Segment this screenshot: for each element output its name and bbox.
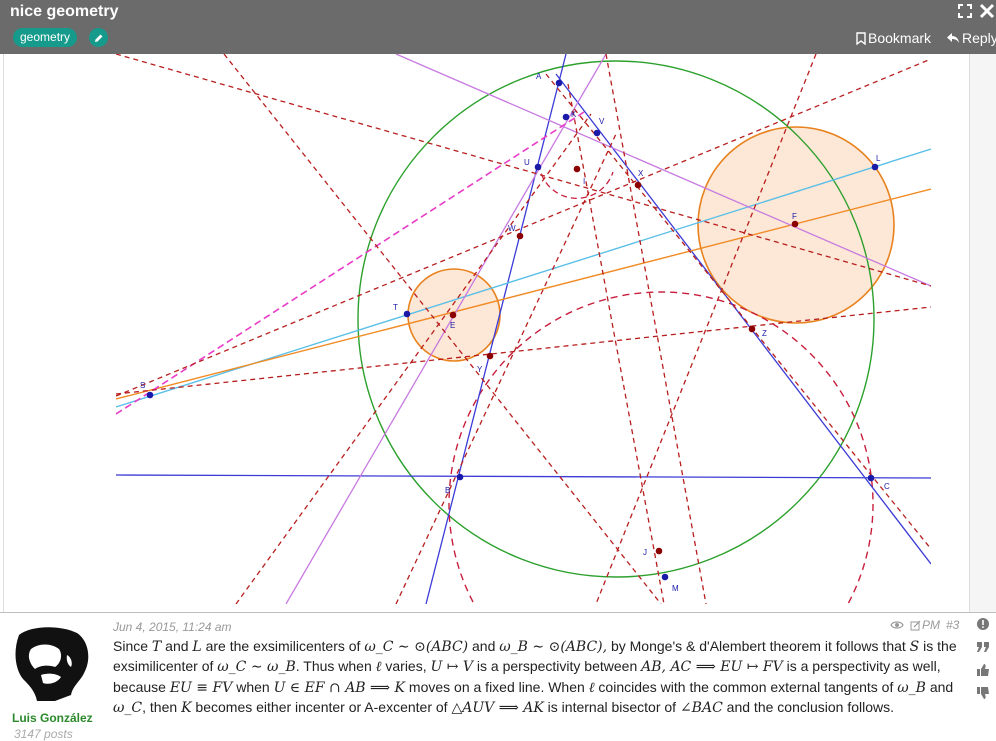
post-text-segment: . Thus when xyxy=(295,658,376,675)
math-expression: EU ≡ FV xyxy=(169,679,233,696)
post-text-segment: coincides with the common external tange… xyxy=(594,678,898,695)
edit-tags-button[interactable] xyxy=(89,28,108,47)
post-number[interactable]: #3 xyxy=(946,618,959,632)
figure-frame: A K V U I X L F W T E Y Z S B C J M xyxy=(3,54,970,612)
math-expression: ω_C ∼ ⊙(ABC) xyxy=(364,639,469,655)
label-f: F xyxy=(792,212,797,221)
label-e: E xyxy=(450,321,455,330)
thumbs-up-icon[interactable] xyxy=(975,663,991,681)
line-red-4 xyxy=(223,54,662,604)
line-red-8 xyxy=(605,54,707,604)
label-t: T xyxy=(393,303,398,312)
reply-icon xyxy=(947,33,959,43)
topic-title: nice geometry xyxy=(10,3,119,20)
line-violet-1 xyxy=(285,54,607,604)
post-date[interactable]: Jun 4, 2015, 11:24 am xyxy=(113,620,232,634)
post-text-segment: becomes either incenter or A-excenter of xyxy=(191,698,452,715)
math-expression: ∠BAC xyxy=(679,699,723,716)
math-expression: ω_B ∼ ⊙(ABC), xyxy=(499,639,608,655)
math-expression: S xyxy=(909,639,920,655)
math-expression: △AUV ⟹ AK xyxy=(451,699,544,716)
post-text-segment: is internal bisector of xyxy=(543,698,680,715)
topic-header: nice geometry geometry Bookmark Reply xyxy=(0,0,996,54)
label-z: Z xyxy=(762,329,767,338)
label-a: A xyxy=(536,72,542,81)
label-l: L xyxy=(876,154,881,163)
close-icon[interactable] xyxy=(978,3,996,21)
math-expression: AB, AC ⟹ EU ↦ FV xyxy=(641,659,783,676)
post-text-segment: and xyxy=(161,638,193,654)
geometry-figure: A K V U I X L F W T E Y Z S B C J M xyxy=(116,54,931,604)
post-body: Since T and L are the exsimilicenters of… xyxy=(113,637,965,718)
math-expression: ω_C ∼ ω_B xyxy=(217,659,296,676)
pm-label: PM xyxy=(922,618,940,632)
math-expression: ω_C xyxy=(113,699,143,716)
math-expression: U ↦ V xyxy=(430,659,474,676)
label-c: C xyxy=(884,482,890,491)
post-text-segment: and xyxy=(468,638,500,654)
math-expression: U ∈ EF ∩ AB ⟹ K xyxy=(273,679,406,696)
bookmark-icon xyxy=(856,31,866,45)
post-text-segment: and xyxy=(925,678,954,695)
fullscreen-icon[interactable] xyxy=(956,3,974,21)
post-content: A K V U I X L F W T E Y Z S B C J M Luis… xyxy=(0,54,996,741)
label-x: X xyxy=(638,169,644,178)
post-text-segment: by Monge's & d'Alembert theorem it follo… xyxy=(607,638,910,654)
pm-button[interactable]: PM xyxy=(910,618,940,632)
post-text-segment: is a perspectivity between xyxy=(473,658,642,675)
author-name[interactable]: Luis González xyxy=(12,711,93,725)
label-k: K xyxy=(571,110,577,119)
post-text-segment: when xyxy=(232,678,274,695)
math-expression: T xyxy=(151,639,162,655)
reply-button[interactable]: Reply xyxy=(946,30,996,46)
label-m: M xyxy=(672,584,679,593)
line-red-6 xyxy=(235,113,592,604)
quote-icon[interactable] xyxy=(975,640,991,658)
author-posts-count: 3147 posts xyxy=(14,727,73,741)
pencil-icon xyxy=(94,34,102,42)
thumbs-down-icon[interactable] xyxy=(975,686,991,704)
label-b: B xyxy=(445,486,450,495)
label-v: V xyxy=(599,117,605,126)
line-bc xyxy=(116,474,931,479)
math-expression: K xyxy=(181,699,192,716)
dashed-circle-large xyxy=(448,291,874,604)
post-actions xyxy=(974,617,992,704)
math-expression: ω_B xyxy=(897,679,926,696)
bookmark-button[interactable]: Bookmark xyxy=(856,30,931,46)
eye-icon[interactable] xyxy=(890,620,904,630)
post-text-segment: moves on a fixed line. When xyxy=(405,678,589,695)
pm-icon xyxy=(910,620,921,630)
side-rail xyxy=(970,54,996,612)
post-text-segment: varies, xyxy=(381,658,431,675)
math-expression: L xyxy=(192,639,202,655)
post-text-segment: , then xyxy=(142,698,182,715)
post-text-segment: Since xyxy=(113,638,152,654)
post-text-segment: are the exsimilicenters of xyxy=(201,638,365,654)
post: Luis González 3147 posts Jun 4, 2015, 11… xyxy=(0,612,996,741)
label-j: J xyxy=(643,548,647,557)
post-text-segment: and the conclusion follows. xyxy=(722,698,895,715)
reply-label: Reply xyxy=(962,30,996,46)
label-i: I xyxy=(583,177,585,186)
tag-geometry[interactable]: geometry xyxy=(13,28,78,47)
label-s: S xyxy=(140,381,145,390)
bookmark-label: Bookmark xyxy=(868,30,932,46)
label-y: Y xyxy=(477,365,483,374)
label-w: W xyxy=(508,224,516,233)
line-red-10 xyxy=(395,133,617,604)
report-icon[interactable] xyxy=(975,617,991,635)
label-u: U xyxy=(524,158,530,167)
avatar[interactable] xyxy=(11,625,93,701)
post-meta: PM #3 xyxy=(890,618,959,632)
line-red-3 xyxy=(116,306,931,395)
